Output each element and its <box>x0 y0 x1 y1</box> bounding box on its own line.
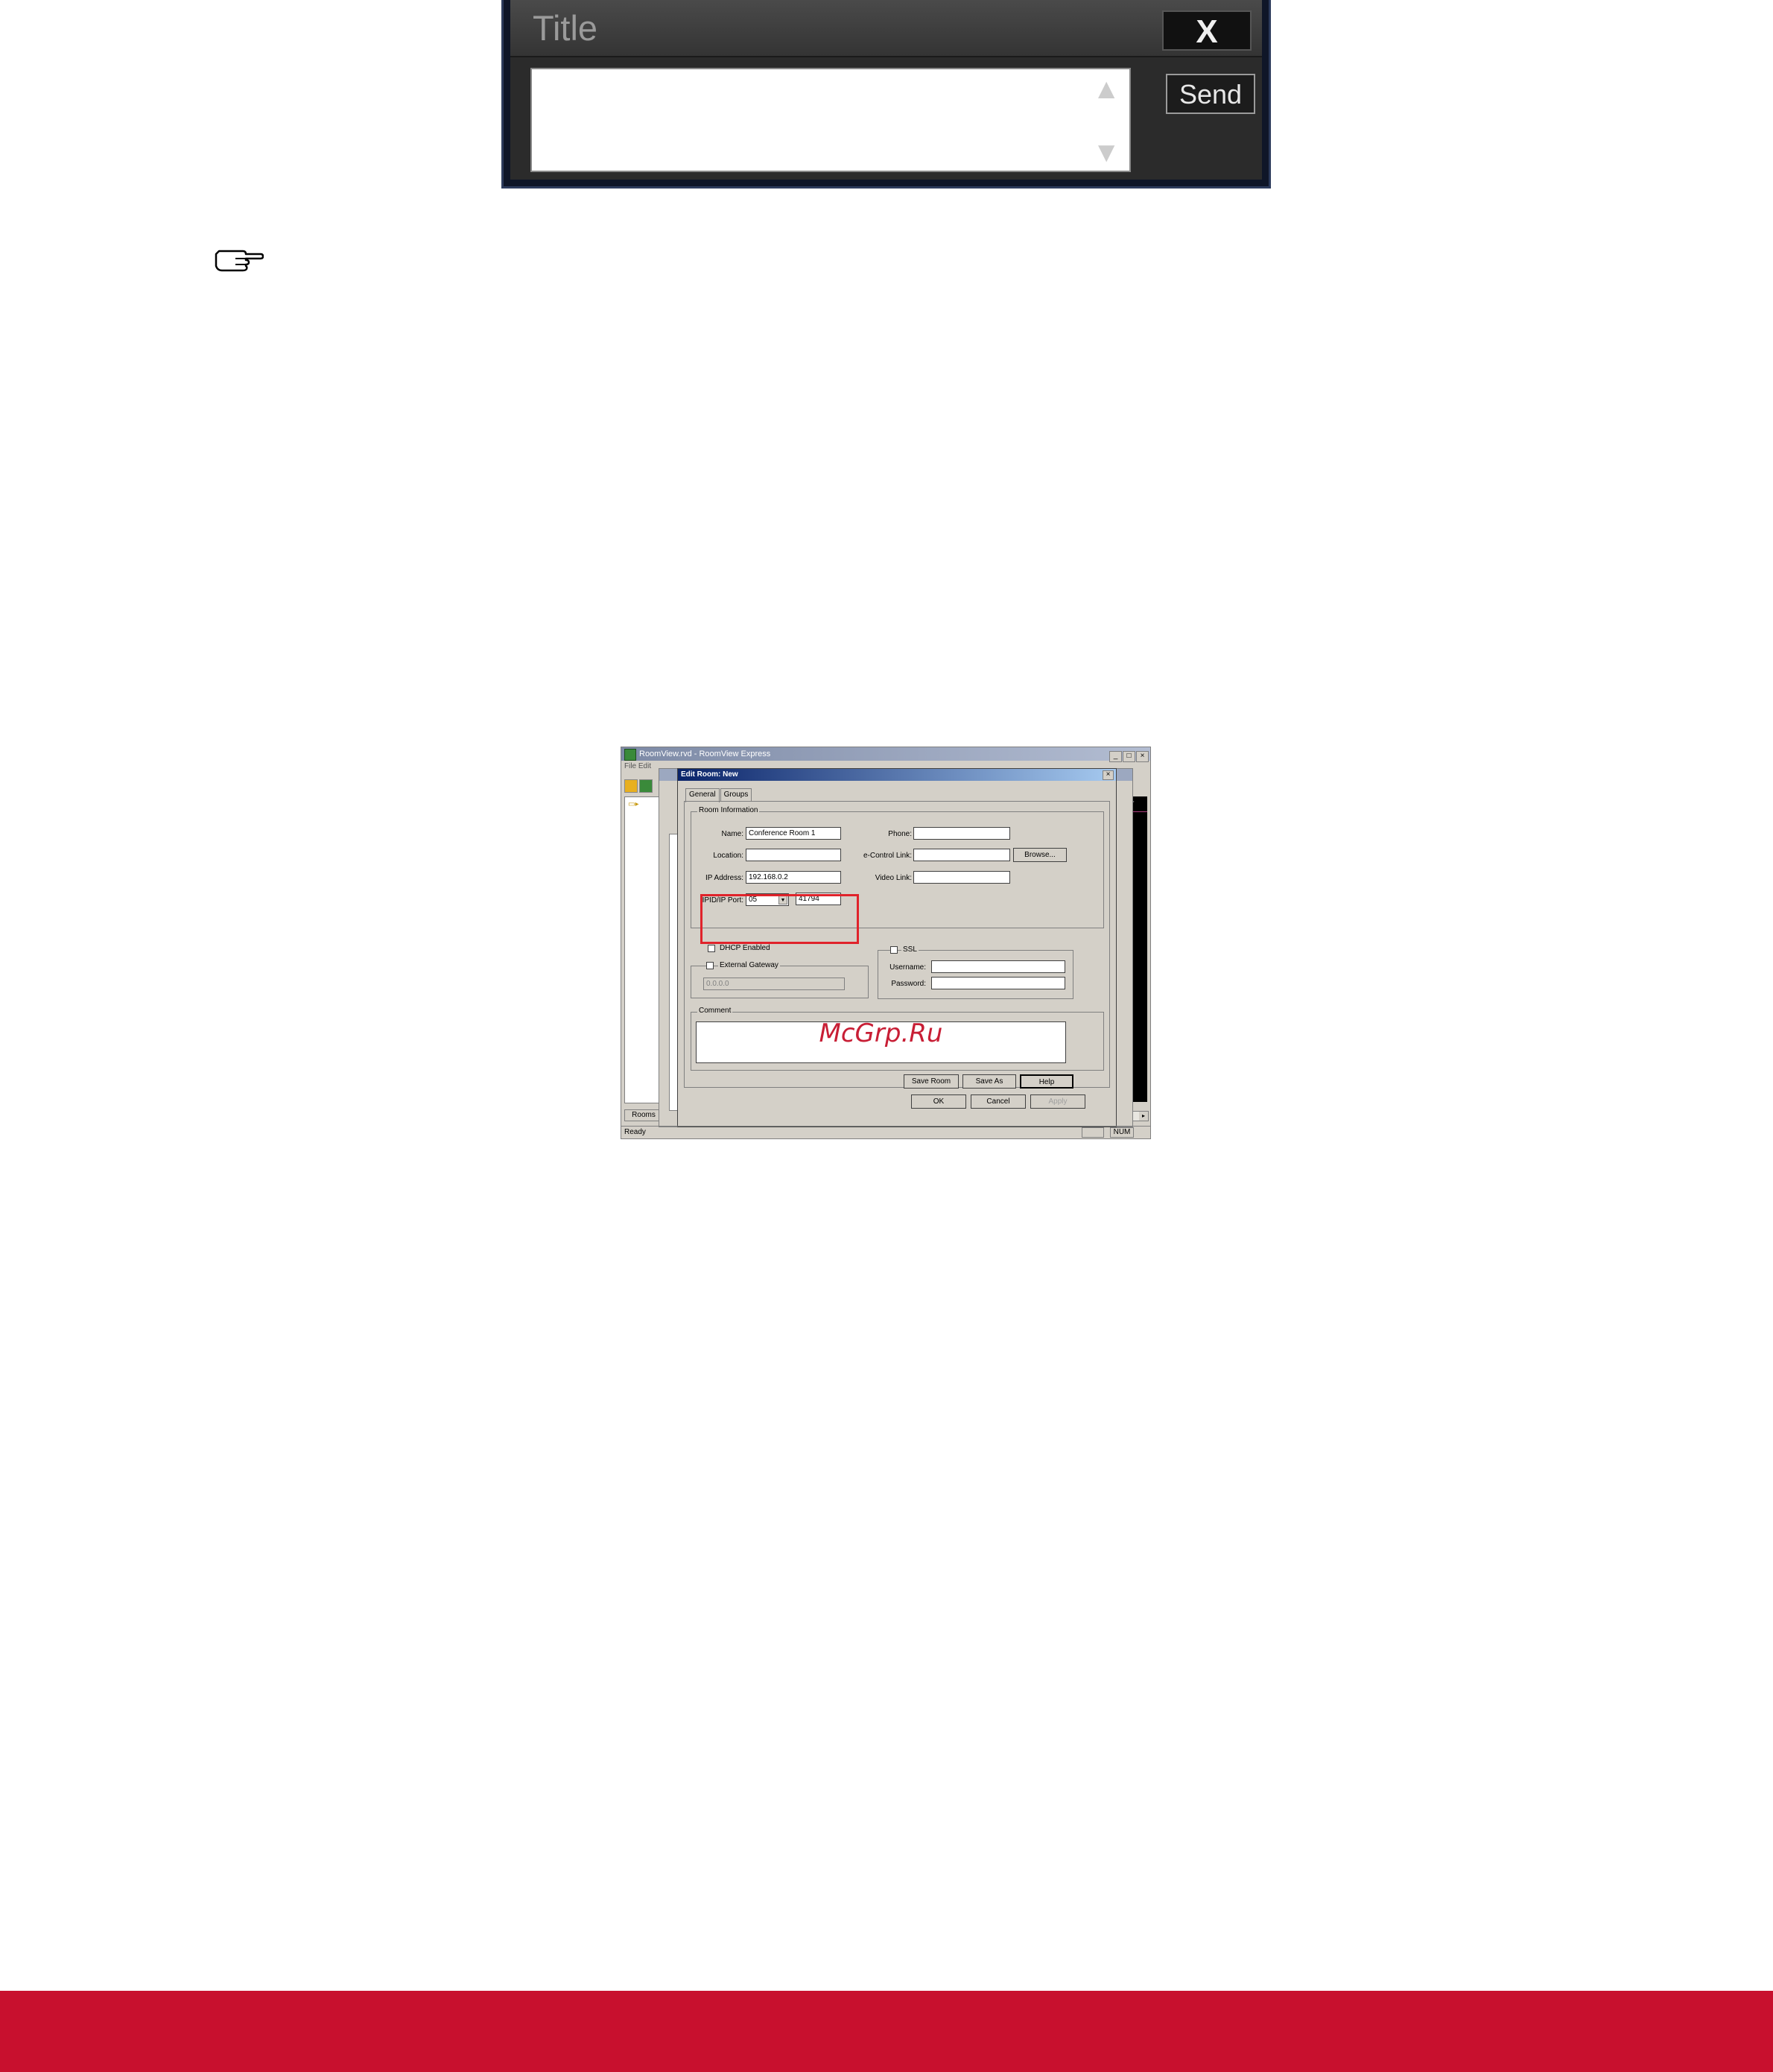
ip-address-field[interactable]: 192.168.0.2 <box>746 871 841 884</box>
message-box-widget: Title X ▲ ▼ Send <box>501 0 1271 188</box>
maximize-button[interactable]: □ <box>1123 751 1135 762</box>
message-textarea[interactable]: ▲ ▼ <box>530 68 1131 172</box>
password-label: Password: <box>891 980 926 988</box>
tab-rooms[interactable]: Rooms <box>624 1109 663 1121</box>
location-label: Location: <box>713 852 743 860</box>
ssl-label: SSL <box>901 945 919 954</box>
dialog-title-text: Edit Room: New <box>681 770 738 779</box>
name-label: Name: <box>721 830 743 838</box>
roomview-titlebar: RoomView.rvd - RoomView Express _ □ × <box>621 747 1150 762</box>
pointing-hand-icon <box>215 250 264 272</box>
status-cell <box>1082 1127 1104 1138</box>
save-as-button[interactable]: Save As <box>962 1074 1016 1089</box>
comment-field[interactable]: McGrp.Ru <box>696 1021 1066 1063</box>
gateway-field: 0.0.0.0 <box>703 978 845 990</box>
message-box-body: Title X ▲ ▼ Send <box>510 0 1262 180</box>
watermark-text: McGrp.Ru <box>819 1018 943 1048</box>
comment-group: Comment McGrp.Ru <box>691 1007 1104 1071</box>
location-field[interactable] <box>746 849 841 861</box>
video-link-field[interactable] <box>913 871 1010 884</box>
scroll-down-icon[interactable]: ▼ <box>1092 137 1120 169</box>
toolbar <box>624 779 654 795</box>
dhcp-label: DHCP Enabled <box>720 944 770 952</box>
app-icon <box>624 749 636 761</box>
roomview-window-title: RoomView.rvd - RoomView Express <box>639 750 771 758</box>
cancel-button[interactable]: Cancel <box>971 1094 1026 1109</box>
save-room-button[interactable]: Save Room <box>904 1074 959 1089</box>
status-ready: Ready <box>624 1128 646 1136</box>
help-button[interactable]: Help <box>1020 1074 1073 1089</box>
roomview-screenshot: RoomView.rvd - RoomView Express _ □ × File… <box>621 747 1151 1139</box>
footer-band <box>0 1991 1773 2072</box>
dhcp-checkbox[interactable] <box>708 945 715 952</box>
name-field[interactable]: Conference Room 1 <box>746 827 841 840</box>
rooms-tree[interactable]: ▭▸ <box>624 796 663 1103</box>
password-field[interactable] <box>931 977 1065 989</box>
ssl-group: SSL Username: Password: <box>878 945 1073 999</box>
general-panel: Room Information Name: Conference Room 1… <box>684 801 1110 1089</box>
message-box-title: Title <box>533 8 598 48</box>
folder-icon[interactable]: ▭▸ <box>628 800 638 808</box>
message-box-titlebar: Title X <box>510 0 1262 57</box>
send-button[interactable]: Send <box>1166 74 1255 114</box>
browse-button[interactable]: Browse... <box>1013 848 1067 862</box>
tab-groups[interactable]: Groups <box>720 788 752 801</box>
window-close-button[interactable]: × <box>1136 751 1149 762</box>
folder-icon[interactable] <box>624 779 638 793</box>
ssl-checkbox[interactable] <box>890 946 898 954</box>
ip-address-label: IP Address: <box>705 874 743 882</box>
minimize-button[interactable]: _ <box>1109 751 1122 762</box>
username-field[interactable] <box>931 960 1065 973</box>
close-button[interactable]: X <box>1162 10 1252 51</box>
scroll-right-icon[interactable]: ▸ <box>1139 1112 1148 1121</box>
status-bar: Ready NUM <box>621 1126 1150 1138</box>
dialog-title: Edit Room: New × <box>678 769 1116 781</box>
external-gateway-checkbox[interactable] <box>706 962 714 969</box>
ok-button[interactable]: OK <box>911 1094 966 1109</box>
status-num: NUM <box>1110 1127 1134 1138</box>
apply-button[interactable]: Apply <box>1030 1094 1085 1109</box>
econtrol-link-label: e-Control Link: <box>863 852 912 860</box>
econtrol-link-field[interactable] <box>913 849 1010 861</box>
scroll-up-icon[interactable]: ▲ <box>1092 74 1120 106</box>
edit-room-dialog: Edit Room: New × General Groups Room Info… <box>677 768 1117 1127</box>
window-controls: _ □ × <box>1108 749 1149 762</box>
ip-highlight-box <box>700 894 859 944</box>
add-room-icon[interactable] <box>639 779 653 793</box>
dialog-close-button[interactable]: × <box>1103 770 1114 780</box>
room-information-legend: Room Information <box>697 806 760 814</box>
menu-bar[interactable]: File Edit <box>624 762 651 770</box>
phone-field[interactable] <box>913 827 1010 840</box>
phone-label: Phone: <box>888 830 912 838</box>
username-label: Username: <box>889 963 926 972</box>
external-gateway-label: External Gateway <box>718 961 780 969</box>
comment-legend: Comment <box>697 1007 733 1015</box>
video-link-label: Video Link: <box>875 874 912 882</box>
external-gateway-group: External Gateway 0.0.0.0 <box>691 961 869 998</box>
